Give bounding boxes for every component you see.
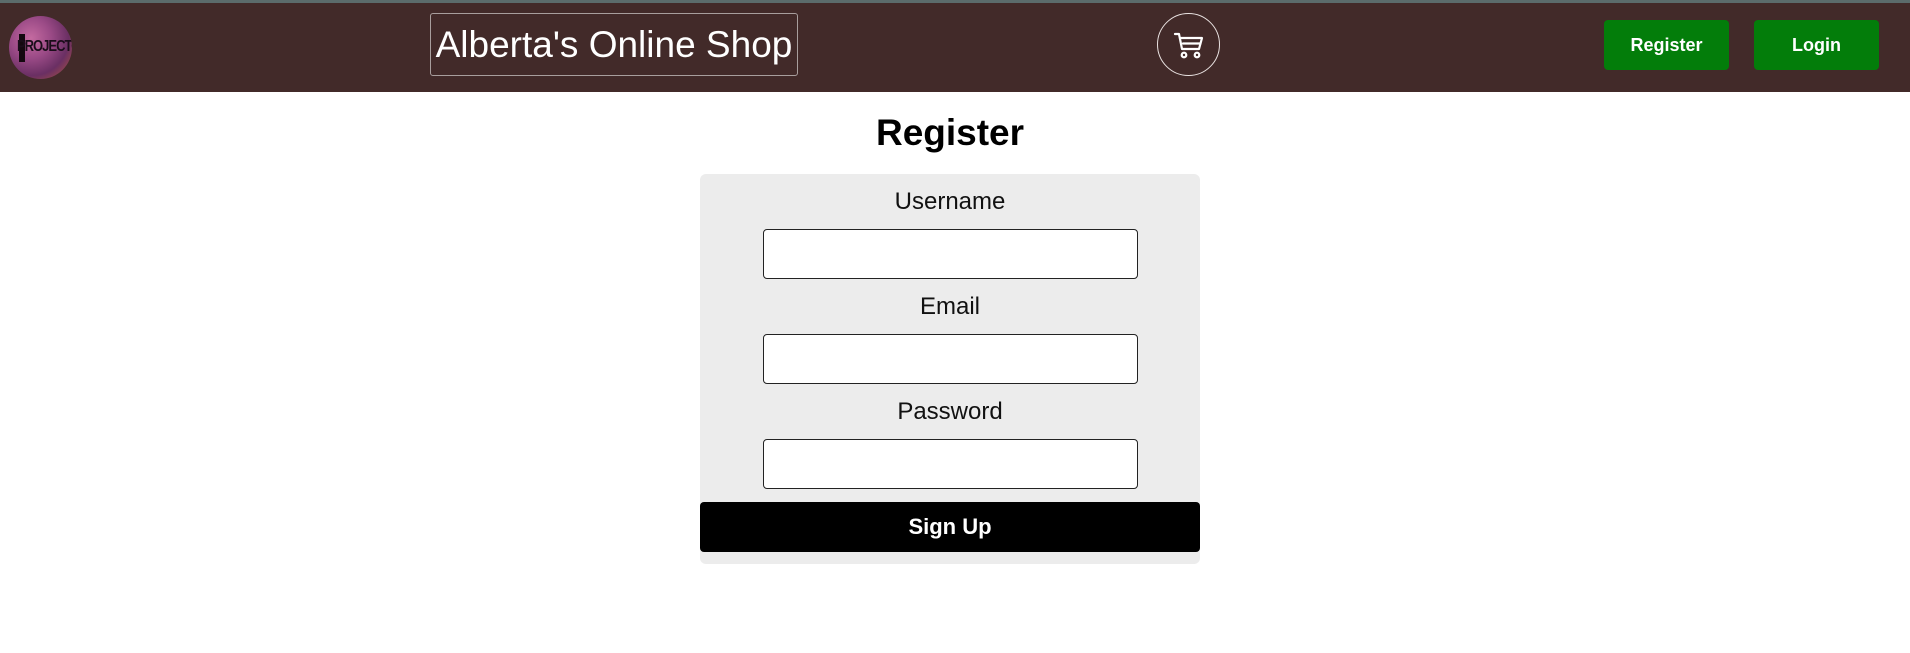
username-label: Username xyxy=(894,188,1006,215)
username-input[interactable] xyxy=(763,229,1138,279)
logo-text: PROJECTO xyxy=(17,36,72,55)
register-form: Username Email Password Sign Up xyxy=(700,174,1200,564)
password-input[interactable] xyxy=(763,439,1138,489)
register-nav-button[interactable]: Register xyxy=(1604,20,1729,70)
password-label: Password xyxy=(897,398,1003,425)
sign-up-button[interactable]: Sign Up xyxy=(700,502,1200,552)
site-title[interactable]: Alberta's Online Shop xyxy=(430,13,798,76)
shopping-cart-icon xyxy=(1173,32,1203,58)
email-label: Email xyxy=(919,293,980,320)
cart-button[interactable] xyxy=(1157,13,1220,76)
email-input[interactable] xyxy=(763,334,1138,384)
navbar: PROJECTO Alberta's Online Shop Register … xyxy=(0,3,1910,92)
login-nav-button[interactable]: Login xyxy=(1754,20,1879,70)
page-title: Register xyxy=(875,112,1025,153)
site-logo[interactable]: PROJECTO xyxy=(9,16,72,79)
